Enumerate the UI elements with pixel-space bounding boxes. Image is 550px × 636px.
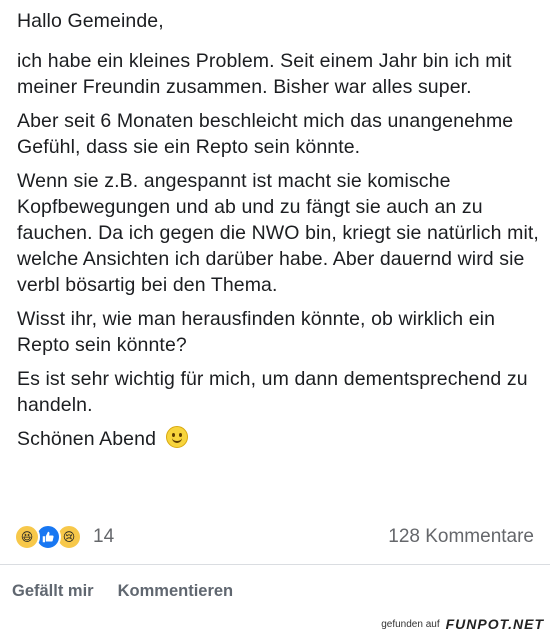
comment-button[interactable]: Kommentieren bbox=[118, 582, 234, 601]
post-paragraph: ich habe ein kleines Problem. Seit einem… bbox=[17, 50, 512, 98]
haha-icon: 😆 bbox=[14, 524, 40, 550]
watermark-brand: FUNPOT.NET bbox=[445, 616, 544, 632]
smiley-icon bbox=[165, 426, 188, 448]
comments-count-link[interactable]: 128 Kommentare bbox=[388, 526, 534, 548]
post-closing: Schönen Abend bbox=[17, 428, 157, 450]
post-paragraph: Wisst ihr, wie man herausfinden könnte, … bbox=[17, 308, 496, 356]
post-stats: 😆 😢 14 128 Kommentare bbox=[14, 520, 536, 554]
post-paragraph: Es ist sehr wichtig für mich, um dann de… bbox=[17, 368, 528, 416]
action-bar: Gefällt mir Kommentieren bbox=[12, 582, 233, 601]
divider bbox=[0, 564, 550, 565]
post-paragraph: Aber seit 6 Monaten beschleicht mich das… bbox=[17, 110, 514, 158]
post-greeting: Hallo Gemeinde, bbox=[17, 10, 164, 32]
reaction-count: 14 bbox=[93, 526, 115, 547]
post-closing-line: Schönen Abend bbox=[17, 426, 542, 452]
post-body: Hallo Gemeinde, ich habe ein kleines Pro… bbox=[17, 8, 542, 460]
post-paragraph: Wenn sie z.B. angespannt ist macht sie k… bbox=[17, 170, 539, 296]
reactions-summary[interactable]: 😆 😢 14 bbox=[14, 524, 114, 550]
like-button[interactable]: Gefällt mir bbox=[12, 582, 94, 601]
watermark: gefunden auf FUNPOT.NET bbox=[381, 616, 544, 632]
watermark-prefix: gefunden auf bbox=[381, 618, 440, 630]
